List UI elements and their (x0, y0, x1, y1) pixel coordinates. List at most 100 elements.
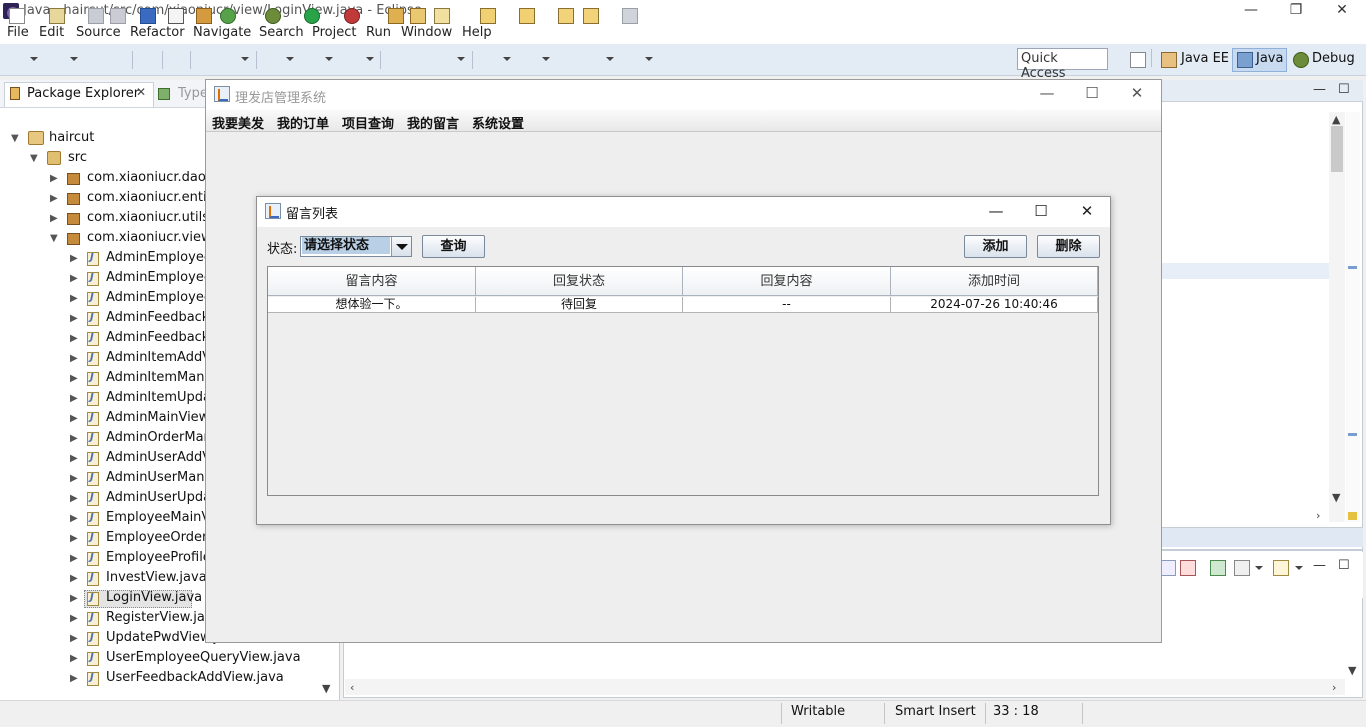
column-header-add-time[interactable]: 添加时间 (891, 267, 1098, 296)
save-all-icon[interactable] (110, 8, 126, 24)
menu-system-settings[interactable]: 系统设置 (472, 113, 524, 132)
chevron-right-icon[interactable]: ▶ (70, 513, 78, 524)
save-icon[interactable] (88, 8, 104, 24)
chevron-down-icon[interactable] (391, 237, 411, 256)
chevron-right-icon[interactable]: ▶ (70, 553, 78, 564)
chevron-right-icon[interactable]: ▶ (70, 273, 78, 284)
prev-annotation-icon[interactable] (519, 8, 535, 24)
open-console-icon[interactable] (1273, 560, 1289, 576)
chevron-right-icon[interactable]: ▶ (70, 633, 78, 644)
next-annotation-dropdown-icon[interactable] (503, 57, 511, 61)
table-cell[interactable]: -- (683, 297, 891, 313)
scroll-down-icon[interactable]: ▼ (1332, 491, 1340, 504)
menu-navigate[interactable]: Navigate (193, 25, 251, 40)
menu-search[interactable]: Search (259, 25, 304, 40)
chevron-right-icon[interactable]: ▶ (50, 213, 58, 224)
column-header-content[interactable]: 留言内容 (268, 267, 476, 296)
pencil-dropdown-icon[interactable] (457, 57, 465, 61)
tree-project-haircut[interactable]: haircut (49, 130, 94, 150)
table-cell[interactable]: 待回复 (476, 297, 683, 313)
chevron-right-icon[interactable]: ▶ (70, 393, 78, 404)
chevron-down-icon[interactable]: ▼ (11, 133, 19, 144)
forward-icon[interactable] (622, 8, 638, 24)
main-frame-minimize-button[interactable]: — (1033, 84, 1061, 102)
display-console-icon[interactable] (1234, 560, 1250, 576)
tree-file-item[interactable]: AdminFeedbackR (106, 330, 218, 350)
tree-package-view[interactable]: com.xiaoniucr.view (87, 230, 212, 250)
menu-refactor[interactable]: Refactor (130, 25, 185, 40)
menu-window[interactable]: Window (401, 25, 452, 40)
tree-package-entity[interactable]: com.xiaoniucr.entity (87, 190, 219, 210)
tree-file-item[interactable]: AdminItemUpdat (106, 390, 216, 410)
menu-project[interactable]: Project (312, 25, 356, 40)
editor-scroll-thumb[interactable] (1331, 126, 1343, 172)
eclipse-close-button[interactable]: ✕ (1327, 2, 1357, 18)
table-cell[interactable]: 2024-07-26 10:40:46 (891, 297, 1098, 313)
menu-file[interactable]: File (7, 25, 29, 40)
column-header-reply-status[interactable]: 回复状态 (476, 267, 683, 296)
last-edit-icon[interactable] (558, 8, 574, 24)
tree-file-item[interactable]: AdminMainView.j (106, 410, 216, 430)
type-hierarchy-tab[interactable]: Type (178, 86, 208, 101)
perspective-java-ee[interactable]: Java EE (1181, 51, 1229, 66)
tree-file-item[interactable]: AdminUserAddVi (106, 450, 214, 470)
tree-file-item[interactable]: InvestView.java (106, 570, 207, 590)
debug-dropdown-icon[interactable] (286, 57, 294, 61)
table-cell[interactable]: 想体验一下。 (268, 297, 476, 313)
chevron-right-icon[interactable]: ▶ (70, 653, 78, 664)
warning-marker[interactable] (1348, 512, 1357, 520)
refresh-icon[interactable] (220, 8, 236, 24)
editor-vertical-scrollbar[interactable] (1329, 112, 1345, 522)
overview-marker[interactable] (1348, 433, 1357, 436)
perspective-debug[interactable]: Debug (1312, 51, 1355, 66)
chevron-right-icon[interactable]: ▶ (70, 493, 78, 504)
tree-file-item[interactable]: AdminItemAddVi (106, 350, 214, 370)
menu-help[interactable]: Help (462, 25, 492, 40)
pencil-icon[interactable] (434, 8, 450, 24)
chevron-right-icon[interactable]: ▶ (70, 613, 78, 624)
chevron-right-icon[interactable]: ▶ (50, 193, 58, 204)
debug-icon[interactable] (265, 8, 281, 24)
menu-item-query[interactable]: 项目查询 (342, 113, 394, 132)
tree-file-item[interactable]: AdminFeedbackM (106, 310, 221, 330)
chevron-down-icon[interactable]: ▼ (30, 153, 38, 164)
dialog-minimize-button[interactable]: — (983, 202, 1009, 220)
chevron-right-icon[interactable]: ▶ (70, 373, 78, 384)
chevron-right-icon[interactable]: ▶ (70, 473, 78, 484)
column-header-reply-content[interactable]: 回复内容 (683, 267, 891, 296)
chevron-right-icon[interactable]: ▶ (70, 413, 78, 424)
chevron-right-icon[interactable]: ▶ (70, 253, 78, 264)
open-type-icon[interactable] (388, 8, 404, 24)
prev-annotation-dropdown-icon[interactable] (542, 57, 550, 61)
open-folder-icon[interactable] (410, 8, 426, 24)
scroll-down-icon[interactable]: ▼ (1348, 664, 1356, 677)
main-frame-maximize-button[interactable]: ☐ (1078, 84, 1106, 102)
tree-file-item[interactable]: RegisterView.java (106, 610, 221, 630)
tree-file-item[interactable]: LoginView.java (106, 590, 202, 610)
refresh-dropdown-icon[interactable] (241, 57, 249, 61)
tree-file-item[interactable]: AdminUserManag (106, 470, 221, 490)
pin-console-icon[interactable] (1210, 560, 1226, 576)
chevron-right-icon[interactable]: ▶ (70, 333, 78, 344)
run-dropdown-icon[interactable] (325, 57, 333, 61)
back-dropdown-icon[interactable] (606, 57, 614, 61)
external-tools-icon[interactable] (344, 8, 360, 24)
tree-package-utils[interactable]: com.xiaoniucr.utils (87, 210, 209, 230)
add-button[interactable]: 添加 (964, 235, 1027, 258)
perspective-java[interactable]: Java (1256, 51, 1283, 66)
open-perspective-icon[interactable] (1130, 52, 1146, 68)
new-file-icon[interactable] (9, 8, 25, 24)
menu-book-haircut[interactable]: 我要美发 (212, 113, 264, 132)
console-horizontal-scrollbar[interactable] (345, 679, 1345, 695)
chevron-right-icon[interactable]: ▶ (70, 293, 78, 304)
chevron-right-icon[interactable]: ▶ (70, 533, 78, 544)
tree-file-item[interactable]: EmployeeProfileV (106, 550, 220, 570)
chevron-right-icon[interactable]: ▶ (70, 573, 78, 584)
menu-source[interactable]: Source (76, 25, 121, 40)
dialog-close-button[interactable]: ✕ (1074, 202, 1100, 220)
forward-dropdown-icon[interactable] (645, 57, 653, 61)
query-button[interactable]: 查询 (422, 235, 485, 258)
editor-maximize-icon[interactable]: ☐ (1338, 82, 1350, 97)
overview-marker[interactable] (1348, 266, 1357, 269)
chevron-right-icon[interactable]: ▶ (70, 593, 78, 604)
